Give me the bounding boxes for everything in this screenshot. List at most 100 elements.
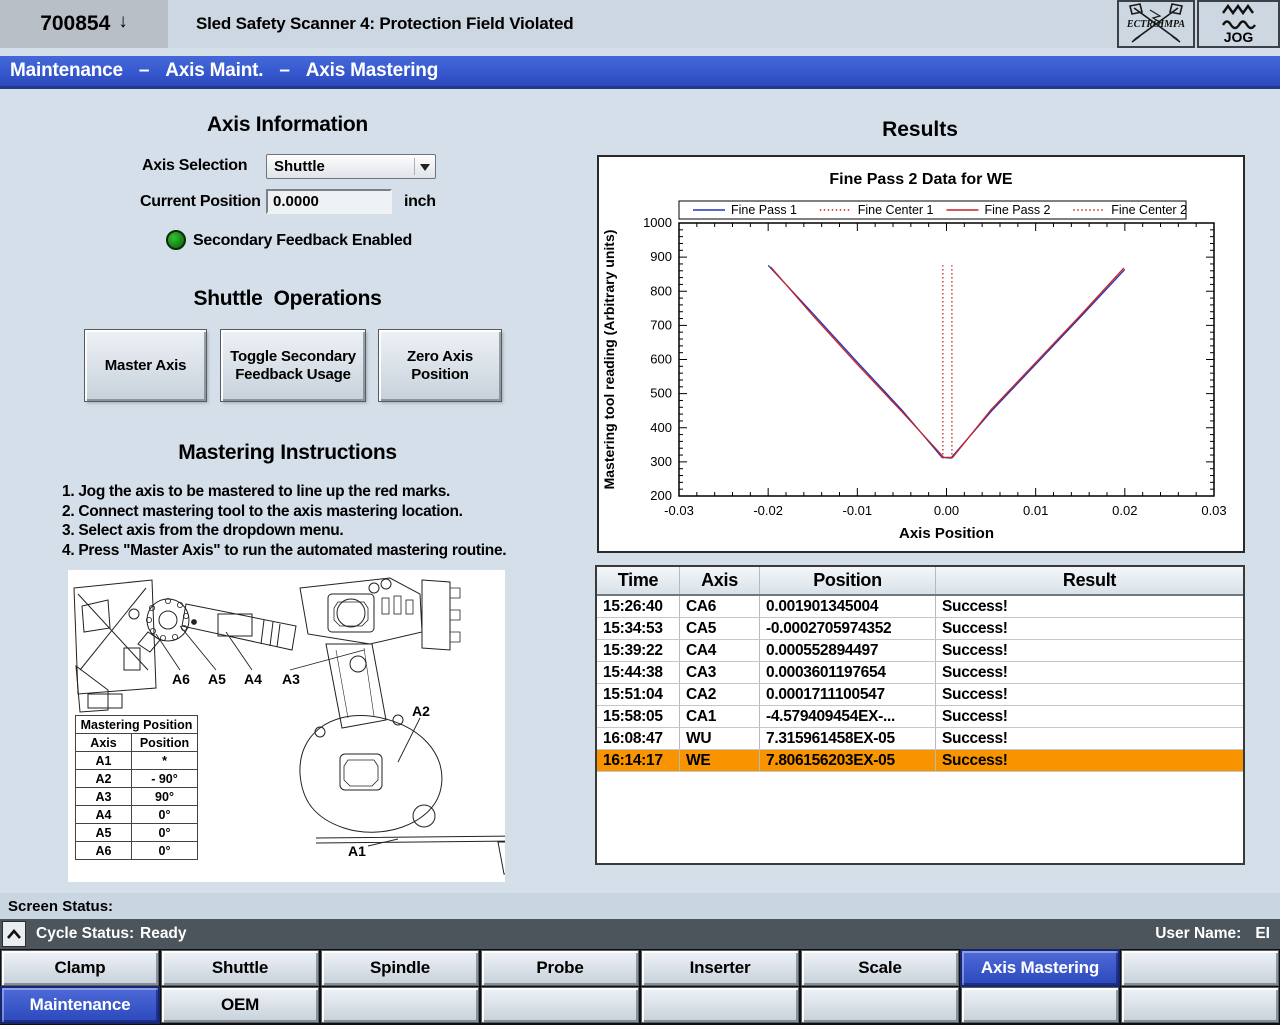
results-cell: Success! <box>936 684 1243 705</box>
chevron-up-icon <box>6 928 22 940</box>
secondary-feedback-label: Secondary Feedback Enabled <box>193 232 412 250</box>
svg-text:-0.02: -0.02 <box>753 503 783 518</box>
breadcrumb-item-axis-mastering[interactable]: Axis Mastering <box>306 60 438 82</box>
instruction-step-1: 1. Jog the axis to be mastered to line u… <box>62 483 506 503</box>
svg-text:0.00: 0.00 <box>934 503 959 518</box>
axis-selection-value: Shuttle <box>274 158 325 175</box>
breadcrumb: Maintenance–Axis Maint.–Axis Mastering <box>0 56 1280 89</box>
svg-text:Axis Position: Axis Position <box>899 525 994 542</box>
results-cell: -0.0002705974352 <box>760 618 936 639</box>
nav-clamp-button[interactable]: Clamp <box>2 951 158 985</box>
results-row[interactable]: 15:51:04CA20.0001711100547Success! <box>597 684 1243 706</box>
units-label: inch <box>404 193 436 211</box>
svg-text:Fine Pass 1: Fine Pass 1 <box>731 203 797 217</box>
mini-axis-cell: A5 <box>76 824 132 842</box>
results-cell: 15:58:05 <box>597 706 680 727</box>
machine-id-box[interactable]: 700854 ↓ <box>0 0 168 48</box>
bottom-nav: ClampShuttleSpindleProbeInserterScaleAxi… <box>0 949 1280 1025</box>
svg-text:400: 400 <box>650 420 672 435</box>
nav-shuttle-button[interactable]: Shuttle <box>162 951 318 985</box>
nav-scale-button[interactable]: Scale <box>802 951 958 985</box>
results-cell: 15:39:22 <box>597 640 680 661</box>
results-cell: Success! <box>936 618 1243 639</box>
current-position-label: Current Position <box>140 193 261 211</box>
svg-text:0.02: 0.02 <box>1112 503 1137 518</box>
jog-waveform-icon <box>1219 4 1259 31</box>
results-cell: 16:14:17 <box>597 750 680 771</box>
nav-inserter-button[interactable]: Inserter <box>642 951 798 985</box>
results-cell: 15:44:38 <box>597 662 680 683</box>
results-col-position: Position <box>760 567 936 594</box>
mini-position-cell: 0° <box>132 842 198 860</box>
results-col-axis: Axis <box>680 567 760 594</box>
axis-selection-dropdown[interactable]: Shuttle <box>266 154 436 179</box>
results-cell: 0.0001711100547 <box>760 684 936 705</box>
svg-text:Fine Center 1: Fine Center 1 <box>858 203 934 217</box>
mini-axis-cell: A2 <box>76 770 132 788</box>
svg-text:0.03: 0.03 <box>1201 503 1226 518</box>
nav-empty-button[interactable] <box>1122 951 1278 985</box>
jog-button[interactable]: JOG <box>1197 0 1280 48</box>
nav-empty-button[interactable] <box>322 988 478 1022</box>
results-row[interactable]: 15:34:53CA5-0.0002705974352Success! <box>597 618 1243 640</box>
breadcrumb-item-axis-maint-[interactable]: Axis Maint. <box>165 60 263 82</box>
results-cell: WE <box>680 750 760 771</box>
results-cell: 0.0003601197654 <box>760 662 936 683</box>
svg-text:-0.01: -0.01 <box>843 503 873 518</box>
results-cell: 15:51:04 <box>597 684 680 705</box>
nav-oem-button[interactable]: OEM <box>162 988 318 1022</box>
results-cell: -4.579409454EX-... <box>760 706 936 727</box>
cycle-status-value: Ready <box>140 919 187 949</box>
svg-text:Fine Pass 2: Fine Pass 2 <box>985 203 1051 217</box>
breadcrumb-item-maintenance[interactable]: Maintenance <box>10 60 123 82</box>
mastering-position-table: Mastering Position Axis Position A1*A2- … <box>75 715 198 860</box>
screen-status-label: Screen Status: <box>8 898 113 915</box>
results-row[interactable]: 16:14:17WE7.806156203EX-05Success! <box>597 750 1243 772</box>
nav-axis-mastering-button[interactable]: Axis Mastering <box>962 951 1118 985</box>
toggle-secondary-feedback-button[interactable]: Toggle Secondary Feedback Usage <box>221 330 365 401</box>
electroimpact-logo-button[interactable]: ECTROIMPA <box>1117 0 1195 48</box>
svg-text:800: 800 <box>650 283 672 298</box>
instruction-step-4: 4. Press "Master Axis" to run the automa… <box>62 542 506 562</box>
nav-empty-button[interactable] <box>642 988 798 1022</box>
results-col-result: Result <box>936 567 1243 594</box>
mastering-position-row: A50° <box>76 824 198 842</box>
nav-empty-button[interactable] <box>1122 988 1278 1022</box>
results-cell: CA6 <box>680 596 760 617</box>
breadcrumb-separator: – <box>139 60 149 82</box>
nav-empty-button[interactable] <box>802 988 958 1022</box>
results-row[interactable]: 15:39:22CA40.000552894497Success! <box>597 640 1243 662</box>
results-table: TimeAxisPositionResult 15:26:40CA60.0019… <box>595 565 1245 865</box>
results-row[interactable]: 15:58:05CA1-4.579409454EX-...Success! <box>597 706 1243 728</box>
zero-axis-position-button[interactable]: Zero Axis Position <box>379 330 501 401</box>
results-row[interactable]: 15:44:38CA30.0003601197654Success! <box>597 662 1243 684</box>
results-cell: 15:34:53 <box>597 618 680 639</box>
nav-empty-button[interactable] <box>482 988 638 1022</box>
mastering-instructions-list: 1. Jog the axis to be mastered to line u… <box>62 483 506 561</box>
robot-diagram-panel: A6 A5 A4 A3 A2 A1 Mastering Position Axi… <box>68 570 505 882</box>
mini-position-cell: 0° <box>132 824 198 842</box>
chart-panel: Fine Pass 2 Data for WE-0.03-0.02-0.010.… <box>597 155 1245 553</box>
results-cell: 0.000552894497 <box>760 640 936 661</box>
results-cell: 0.001901345004 <box>760 596 936 617</box>
svg-text:500: 500 <box>650 386 672 401</box>
results-row[interactable]: 16:08:47WU7.315961458EX-05Success! <box>597 728 1243 750</box>
svg-text:900: 900 <box>650 249 672 264</box>
nav-maintenance-button[interactable]: Maintenance <box>2 988 158 1022</box>
nav-probe-button[interactable]: Probe <box>482 951 638 985</box>
crossed-tools-icon: ECTROIMPA <box>1120 2 1192 46</box>
nav-spindle-button[interactable]: Spindle <box>322 951 478 985</box>
nav-empty-button[interactable] <box>962 988 1118 1022</box>
collapse-button[interactable] <box>2 921 26 947</box>
user-name-label: User Name: <box>1155 925 1241 943</box>
axis-label-a5: A5 <box>208 671 226 687</box>
cycle-status-bar: Cycle Status: Ready User Name: EI <box>0 919 1280 949</box>
current-position-input[interactable] <box>266 189 392 214</box>
results-cell: Success! <box>936 640 1243 661</box>
svg-text:0.01: 0.01 <box>1023 503 1048 518</box>
master-axis-button[interactable]: Master Axis <box>85 330 206 401</box>
results-row[interactable]: 15:26:40CA60.001901345004Success! <box>597 596 1243 618</box>
down-arrow-icon[interactable]: ↓ <box>118 11 128 33</box>
mini-position-cell: 90° <box>132 788 198 806</box>
shuttle-operations-title: Shuttle Operations <box>0 287 575 311</box>
